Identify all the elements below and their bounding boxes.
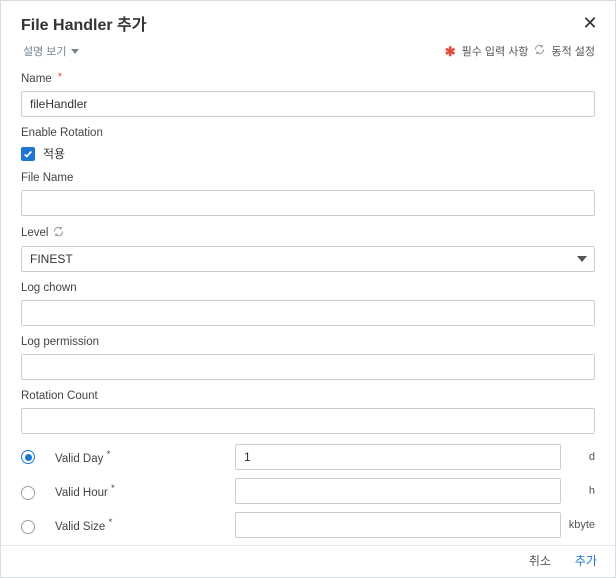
field-log-permission: Log permission	[21, 336, 595, 380]
row-valid-size: Valid Size * kbyte	[21, 508, 595, 542]
field-enable-rotation: Enable Rotation 적용	[21, 127, 595, 162]
label-valid-hour: Valid Hour	[55, 487, 108, 499]
label-level: Level	[21, 226, 595, 240]
label-name-text: Name	[21, 73, 52, 85]
chevron-down-icon	[577, 256, 587, 262]
label-enable-rotation: Enable Rotation	[21, 127, 595, 139]
required-star-icon: *	[109, 517, 113, 528]
row-valid-hour: Valid Hour * h	[21, 474, 595, 508]
unit-valid-hour: h	[561, 474, 595, 508]
required-star-icon: ✱	[445, 45, 456, 58]
checkbox-enable-rotation[interactable]: 적용	[21, 145, 595, 162]
toggle-description-label: 설명 보기	[23, 43, 67, 59]
field-name: Name *	[21, 73, 595, 117]
chevron-down-icon	[71, 49, 79, 54]
field-file-name: File Name	[21, 172, 595, 216]
input-valid-hour[interactable]	[235, 478, 561, 504]
required-star-icon: *	[107, 449, 111, 460]
checkbox-icon	[21, 147, 35, 161]
row-valid-day: Valid Day * d	[21, 440, 595, 474]
input-valid-day[interactable]	[235, 444, 561, 470]
input-log-permission[interactable]	[21, 354, 595, 380]
field-rotation-count: Rotation Count Valid Day * d	[21, 390, 595, 542]
legend-required: 필수 입력 사항	[462, 43, 529, 59]
input-rotation-count[interactable]	[21, 408, 595, 434]
dialog-body: Name * Enable Rotation 적용 File Name Leve…	[1, 65, 615, 545]
checkbox-label: 적용	[43, 145, 65, 162]
unit-valid-size: kbyte	[561, 508, 595, 542]
label-valid-size: Valid Size	[55, 521, 105, 533]
input-valid-size[interactable]	[235, 512, 561, 538]
dialog-footer: 취소 추가	[1, 545, 615, 577]
rotation-options: Valid Day * d Valid Hour * h	[21, 440, 595, 542]
dynamic-icon	[53, 226, 64, 240]
add-file-handler-dialog: File Handler 추가 ✕ 설명 보기 ✱ 필수 입력 사항 동적 설정…	[0, 0, 616, 578]
input-name[interactable]	[21, 91, 595, 117]
submit-button[interactable]: 추가	[575, 552, 597, 569]
field-log-chown: Log chown	[21, 282, 595, 326]
field-level: Level	[21, 226, 595, 272]
required-star-icon: *	[58, 71, 62, 83]
label-log-permission: Log permission	[21, 336, 595, 348]
input-file-name[interactable]	[21, 190, 595, 216]
legend: ✱ 필수 입력 사항 동적 설정	[445, 43, 595, 59]
select-level-display	[21, 246, 595, 272]
dynamic-icon	[534, 44, 545, 58]
dialog-header: File Handler 추가 ✕	[1, 1, 615, 41]
legend-dynamic: 동적 설정	[551, 43, 595, 59]
select-level[interactable]	[21, 246, 595, 272]
label-valid-day: Valid Day	[55, 453, 103, 465]
label-level-text: Level	[21, 227, 49, 239]
label-rotation-count: Rotation Count	[21, 390, 595, 402]
toggle-description[interactable]: 설명 보기	[23, 43, 79, 59]
label-file-name: File Name	[21, 172, 595, 184]
cancel-button[interactable]: 취소	[529, 552, 551, 569]
required-star-icon: *	[111, 483, 115, 494]
unit-valid-day: d	[561, 440, 595, 474]
dialog-subheader: 설명 보기 ✱ 필수 입력 사항 동적 설정	[1, 41, 615, 65]
close-icon[interactable]: ✕	[579, 14, 601, 32]
radio-valid-day[interactable]	[21, 450, 35, 464]
input-log-chown[interactable]	[21, 300, 595, 326]
dialog-title: File Handler 추가	[21, 11, 579, 35]
label-log-chown: Log chown	[21, 282, 595, 294]
radio-valid-size[interactable]	[21, 520, 35, 534]
radio-valid-hour[interactable]	[21, 486, 35, 500]
label-name: Name *	[21, 73, 595, 85]
